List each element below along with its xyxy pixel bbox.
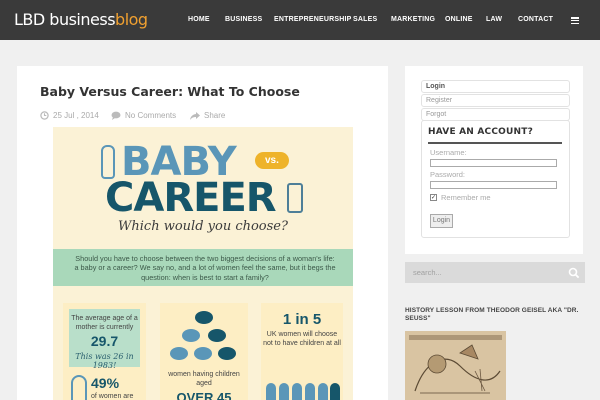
stat-box-one-in-five: 1 in 5 UK women will choose not to have … xyxy=(261,303,343,400)
woman-figure-icon xyxy=(318,383,328,400)
woman-figure-icon xyxy=(292,383,302,400)
percent-label: of women are xyxy=(91,393,134,400)
article-card: Baby Versus Career: What To Choose 25 Ju… xyxy=(17,66,388,400)
average-age-value: 29.7 xyxy=(90,333,119,349)
login-divider xyxy=(428,142,562,144)
infographic-word-career: CAREER xyxy=(105,175,277,221)
head-icon xyxy=(182,329,200,342)
dr-seuss-cartoon-image[interactable] xyxy=(405,331,506,400)
post-date: 25 Jul , 2014 xyxy=(40,111,99,120)
login-form: HAVE AN ACCOUNT? Username: Password: ✓ R… xyxy=(421,120,570,238)
post-title[interactable]: Baby Versus Career: What To Choose xyxy=(40,84,300,99)
main-nav: HOME BUSINESS ENTREPRENEURSHIP SALES MAR… xyxy=(0,16,600,28)
nav-item-home[interactable]: HOME xyxy=(188,16,210,23)
over-45-value: OVER 45 xyxy=(176,390,232,400)
clock-icon xyxy=(40,111,49,120)
intro-text: Should you have to choose between the tw… xyxy=(74,254,336,282)
nav-item-business[interactable]: BUSINESS xyxy=(225,16,262,23)
infographic-question: Which would you choose? xyxy=(118,219,288,234)
head-icon xyxy=(170,347,188,360)
head-icon xyxy=(218,347,236,360)
login-button[interactable]: Login xyxy=(430,214,453,228)
average-age-panel: The average age of a mother is currently… xyxy=(69,309,140,370)
nav-item-contact[interactable]: CONTACT xyxy=(518,16,553,23)
comment-bubble-icon xyxy=(111,111,121,120)
share-arrow-icon xyxy=(190,112,200,120)
history-lesson-title[interactable]: HISTORY LESSON FROM THEODOR GEISEL AKA "… xyxy=(405,307,585,323)
women-figures-illustration xyxy=(266,373,340,400)
intro-band: Should you have to choose between the tw… xyxy=(53,249,353,286)
one-in-five-value: 1 in 5 xyxy=(282,311,322,328)
remember-me-label: Remember me xyxy=(441,193,491,202)
nav-item-law[interactable]: LAW xyxy=(486,16,502,23)
password-field[interactable] xyxy=(430,181,557,189)
nav-item-online[interactable]: ONLINE xyxy=(445,16,473,23)
woman-figure-icon xyxy=(279,383,289,400)
average-age-note: This was 26 in 1983! xyxy=(75,352,134,370)
average-age-label: The average age of a mother is currently xyxy=(71,315,138,331)
share-button[interactable]: Share xyxy=(190,111,225,120)
infographic-image[interactable]: BABY vs. CAREER Which would you choose? … xyxy=(53,127,353,400)
nav-item-entrepreneurship[interactable]: ENTREPRENEURSHIP xyxy=(274,16,352,23)
heads-illustration xyxy=(160,307,248,367)
username-field[interactable] xyxy=(430,159,557,167)
search-input[interactable] xyxy=(413,265,558,280)
stat-box-age: The average age of a mother is currently… xyxy=(63,303,146,400)
top-navigation-bar: LBD businessblog HOME BUSINESS ENTREPREN… xyxy=(0,0,600,40)
post-comments[interactable]: No Comments xyxy=(111,111,176,120)
nav-item-sales[interactable]: SALES xyxy=(353,16,377,23)
head-icon xyxy=(195,311,213,324)
share-label: Share xyxy=(204,111,226,120)
search-icon[interactable] xyxy=(568,267,580,279)
mobile-phone-icon xyxy=(287,183,303,213)
versus-badge: vs. xyxy=(255,152,289,169)
post-comments-text: No Comments xyxy=(125,111,177,120)
nav-item-marketing[interactable]: MARKETING xyxy=(391,16,435,23)
head-icon xyxy=(194,347,212,360)
tab-login[interactable]: Login xyxy=(421,80,570,93)
tab-register[interactable]: Register xyxy=(421,94,570,107)
over-45-label: women having children aged xyxy=(168,371,240,387)
one-in-five-label: UK women will choose not to have childre… xyxy=(263,331,341,347)
stat-box-over-45: women having children aged OVER 45 xyxy=(160,303,248,400)
mother-figure-icon xyxy=(71,375,87,400)
percent-value: 49% xyxy=(91,375,120,391)
woman-figure-icon xyxy=(330,383,340,400)
login-title: HAVE AN ACCOUNT? xyxy=(428,127,533,137)
username-label: Username: xyxy=(430,148,467,157)
remember-me-checkbox[interactable]: ✓ xyxy=(430,194,437,201)
head-icon xyxy=(208,329,226,342)
search-bar xyxy=(405,262,585,283)
password-label: Password: xyxy=(430,170,466,179)
cartoon-illustration xyxy=(405,331,506,400)
post-date-text: 25 Jul , 2014 xyxy=(53,111,99,120)
woman-figure-icon xyxy=(266,383,276,400)
login-widget: Login Register Forgot HAVE AN ACCOUNT? U… xyxy=(405,66,583,254)
baby-bottle-icon xyxy=(101,145,115,179)
woman-figure-icon xyxy=(305,383,315,400)
hamburger-menu-icon[interactable] xyxy=(571,17,579,25)
